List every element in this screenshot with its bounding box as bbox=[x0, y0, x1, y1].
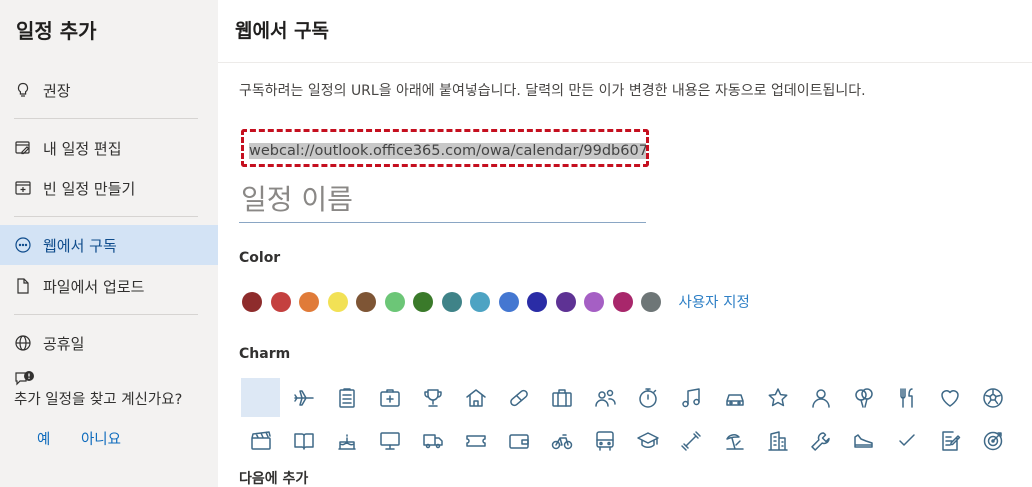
sidebar-item-edit-calendars[interactable]: 내 일정 편집 bbox=[0, 128, 218, 168]
color-swatch[interactable] bbox=[498, 291, 519, 312]
link-icon bbox=[14, 236, 32, 254]
add-to-label: 다음에 추가 bbox=[239, 471, 309, 487]
sidebar-item-create-blank[interactable]: 빈 일정 만들기 bbox=[0, 168, 218, 208]
trophy-icon[interactable] bbox=[413, 378, 452, 417]
fork-knife-icon[interactable] bbox=[887, 378, 926, 417]
monitor-icon[interactable] bbox=[370, 421, 409, 460]
music-note-icon[interactable] bbox=[672, 378, 711, 417]
charm-row bbox=[241, 421, 1032, 462]
sidebar-title: 일정 추가 bbox=[16, 19, 97, 43]
color-swatch[interactable] bbox=[327, 291, 348, 312]
color-swatch[interactable] bbox=[641, 291, 661, 312]
ticket-icon[interactable] bbox=[456, 421, 495, 460]
balloons-icon[interactable] bbox=[844, 378, 883, 417]
target-icon[interactable] bbox=[974, 421, 1013, 460]
cake-icon[interactable] bbox=[327, 421, 366, 460]
url-input-value: webcal://outlook.office365.com/owa/calen… bbox=[249, 143, 646, 159]
sneaker-icon[interactable] bbox=[844, 421, 883, 460]
url-input[interactable]: webcal://outlook.office365.com/owa/calen… bbox=[241, 129, 649, 167]
bicycle-icon[interactable] bbox=[543, 421, 582, 460]
sidebar-item-holidays[interactable]: 공휴일 bbox=[0, 323, 218, 363]
color-swatch[interactable] bbox=[612, 291, 633, 312]
custom-color-link[interactable]: 사용자 지정 bbox=[679, 291, 750, 312]
beach-icon[interactable] bbox=[715, 421, 754, 460]
sidebar-item-subscribe-web[interactable]: 웹에서 구독 bbox=[0, 225, 218, 265]
page-title: 웹에서 구독 bbox=[235, 20, 330, 42]
pill-icon[interactable] bbox=[500, 378, 539, 417]
charm-grid bbox=[241, 378, 1032, 464]
globe-icon bbox=[14, 334, 32, 352]
sidebar: 일정 추가 권장 내 일정 편집 빈 일정 만들기 웹에서 구독 파일에서 업로… bbox=[0, 0, 218, 487]
color-swatch[interactable] bbox=[555, 291, 576, 312]
color-swatch[interactable] bbox=[584, 291, 604, 312]
wallet-icon[interactable] bbox=[500, 421, 539, 460]
stopwatch-icon[interactable] bbox=[629, 378, 668, 417]
person-icon[interactable] bbox=[801, 378, 840, 417]
divider bbox=[14, 314, 198, 315]
color-swatch[interactable] bbox=[413, 291, 433, 312]
charm-label: Charm bbox=[239, 346, 291, 362]
heart-icon[interactable] bbox=[931, 378, 970, 417]
charm-row bbox=[241, 378, 1032, 419]
sidebar-item-label: 파일에서 업로드 bbox=[43, 277, 145, 296]
calendar-edit-icon bbox=[14, 139, 32, 157]
yes-link[interactable]: 예 bbox=[37, 432, 50, 448]
divider bbox=[218, 62, 1032, 63]
car-icon[interactable] bbox=[715, 378, 754, 417]
first-aid-icon[interactable] bbox=[370, 378, 409, 417]
sidebar-item-label: 내 일정 편집 bbox=[43, 139, 122, 158]
clapperboard-icon[interactable] bbox=[241, 421, 280, 460]
lightbulb-icon bbox=[14, 81, 32, 99]
document-icon bbox=[14, 277, 32, 295]
people-icon[interactable] bbox=[586, 378, 625, 417]
star-icon[interactable] bbox=[758, 378, 797, 417]
clipboard-icon[interactable] bbox=[327, 378, 366, 417]
checkmark-icon[interactable] bbox=[887, 421, 926, 460]
dumbbell-icon[interactable] bbox=[672, 421, 711, 460]
calendar-add-icon bbox=[14, 179, 32, 197]
charm-none[interactable] bbox=[241, 378, 280, 417]
color-swatch[interactable] bbox=[270, 291, 291, 312]
wrench-icon[interactable] bbox=[801, 421, 840, 460]
description: 구독하려는 일정의 URL을 아래에 붙여넣습니다. 달력의 만든 이가 변경한… bbox=[239, 83, 866, 99]
sidebar-item-label: 공휴일 bbox=[43, 334, 85, 353]
graduation-cap-icon[interactable] bbox=[629, 421, 668, 460]
divider bbox=[14, 118, 198, 119]
truck-icon[interactable] bbox=[413, 421, 452, 460]
color-swatch[interactable] bbox=[242, 291, 262, 312]
airplane-icon[interactable] bbox=[284, 378, 323, 417]
no-link[interactable]: 아니요 bbox=[81, 432, 121, 448]
building-icon[interactable] bbox=[758, 421, 797, 460]
bus-icon[interactable] bbox=[586, 421, 625, 460]
soccer-ball-icon[interactable] bbox=[974, 378, 1013, 417]
color-swatch[interactable] bbox=[299, 291, 319, 312]
briefcase-icon[interactable] bbox=[543, 378, 582, 417]
chat-alert-icon bbox=[14, 370, 36, 390]
sidebar-item-label: 권장 bbox=[43, 81, 71, 100]
color-label: Color bbox=[239, 250, 281, 266]
note-edit-icon[interactable] bbox=[931, 421, 970, 460]
prompt-text: 추가 일정을 찾고 계신가요? bbox=[14, 392, 183, 408]
sidebar-item-upload-file[interactable]: 파일에서 업로드 bbox=[0, 266, 218, 306]
home-icon[interactable] bbox=[456, 378, 495, 417]
color-swatches: 사용자 지정 bbox=[242, 291, 750, 312]
main-panel: 웹에서 구독 구독하려는 일정의 URL을 아래에 붙여넣습니다. 달력의 만든… bbox=[218, 0, 1032, 487]
calendar-name-input[interactable] bbox=[239, 180, 646, 223]
divider bbox=[14, 216, 198, 217]
sidebar-item-recommended[interactable]: 권장 bbox=[0, 70, 218, 110]
color-swatch[interactable] bbox=[441, 291, 462, 312]
color-swatch[interactable] bbox=[470, 291, 490, 312]
color-swatch[interactable] bbox=[356, 291, 376, 312]
book-icon[interactable] bbox=[284, 421, 323, 460]
prompt-links: 예 아니요 bbox=[37, 428, 147, 449]
sidebar-item-label: 웹에서 구독 bbox=[43, 236, 117, 255]
sidebar-item-label: 빈 일정 만들기 bbox=[43, 179, 136, 198]
color-swatch[interactable] bbox=[527, 291, 547, 312]
color-swatch[interactable] bbox=[384, 291, 405, 312]
